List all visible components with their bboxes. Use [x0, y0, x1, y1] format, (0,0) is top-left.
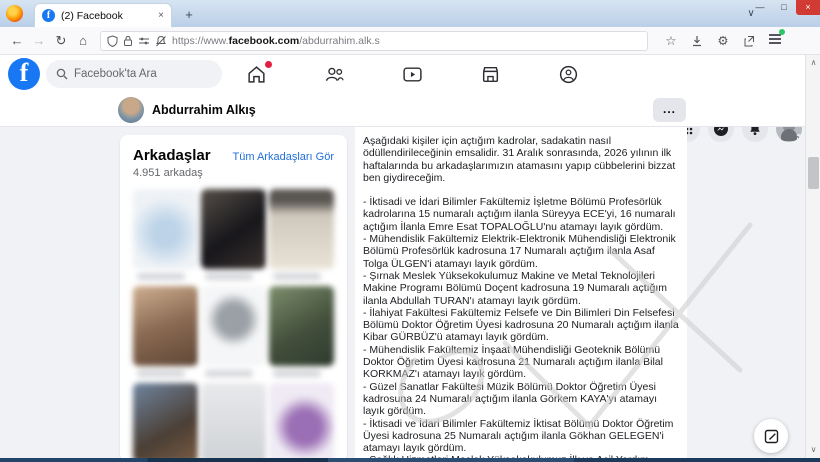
search-placeholder: Facebook'ta Ara [74, 68, 157, 80]
friend-photo[interactable] [133, 383, 198, 462]
tab-watch[interactable] [394, 64, 430, 85]
url-text: https://www.facebook.com/abdurrahim.alk.… [172, 35, 380, 47]
home-tab-icon [246, 64, 267, 85]
new-tab-button[interactable]: + [180, 6, 198, 24]
account-chevron-down-icon: ∨ [794, 134, 802, 142]
tab-close-icon[interactable]: × [158, 10, 164, 21]
post-paragraph: - Şırnak Meslek Yüksekokulumuz Makine ve… [363, 270, 681, 307]
tab-marketplace[interactable] [472, 64, 508, 85]
lock-icon[interactable] [123, 35, 133, 47]
post-body: Aşağıdaki kişiler için açtığım kadrolar,… [355, 127, 687, 462]
back-icon[interactable]: ← [6, 33, 28, 48]
window-minimize-button[interactable]: — [748, 0, 772, 15]
bookmark-star-icon[interactable]: ☆ [658, 33, 684, 48]
reload-icon[interactable]: ↻ [50, 33, 72, 49]
post-paragraph: - Mühendislik Fakültemiz Elektrik-Elektr… [363, 233, 681, 270]
marketplace-tab-icon [480, 64, 501, 85]
address-bar[interactable]: https://www.facebook.com/abdurrahim.alk.… [100, 31, 648, 51]
search-input[interactable]: Facebook'ta Ara [46, 60, 222, 88]
post-paragraph: - Güzel Sanatlar Fakültesi Müzik Bölümü … [363, 381, 681, 418]
send-to-device-icon[interactable] [736, 35, 762, 47]
scroll-up-icon[interactable]: ∧ [806, 57, 820, 69]
tab-groups[interactable] [550, 64, 586, 85]
tab-title: (2) Facebook [61, 10, 152, 22]
settings-gear-icon[interactable]: ⚙ [710, 33, 736, 48]
download-icon[interactable] [684, 35, 710, 47]
profile-avatar[interactable] [118, 97, 144, 123]
facebook-nav-tabs [238, 64, 586, 85]
friend-photo[interactable] [201, 383, 266, 462]
friend-photo[interactable] [133, 189, 198, 269]
search-icon [56, 68, 68, 80]
compose-pencil-icon [764, 429, 779, 444]
window-close-button[interactable]: × [796, 0, 820, 15]
profile-name: Abdurrahim Alkış [152, 103, 256, 117]
facebook-favicon-icon: f [42, 9, 55, 22]
scrollbar-thumb[interactable] [808, 157, 819, 189]
friends-title: Arkadaşlar [133, 147, 211, 164]
screen: f (2) Facebook × + ∨ — □ × ← → ↻ ⌂ https… [0, 0, 820, 462]
friends-card: Arkadaşlar Tüm Arkadaşları Gör 4.951 ark… [120, 135, 347, 462]
facebook-logo-icon[interactable]: f [8, 58, 40, 90]
post-paragraph: - İktisadi ve İdari Bilimler Fakültemiz … [363, 418, 681, 455]
see-all-friends-link[interactable]: Tüm Arkadaşları Gör [233, 151, 334, 163]
permissions-sliders-icon[interactable] [138, 36, 150, 46]
tab-friends[interactable] [316, 64, 352, 85]
menu-hamburger-icon[interactable] [762, 32, 788, 49]
taskbar-edge [0, 458, 820, 462]
forward-icon[interactable]: → [28, 33, 50, 48]
friend-photo[interactable] [201, 286, 266, 366]
post-paragraph: - İlahiyat Fakültesi Fakültemiz Felsefe … [363, 307, 681, 344]
groups-tab-icon [558, 64, 579, 85]
friend-photo[interactable] [269, 286, 334, 366]
friend-photo[interactable] [269, 189, 334, 269]
scroll-down-icon[interactable]: ∨ [806, 444, 820, 456]
menu-update-dot [779, 29, 785, 35]
post-paragraph: - Mühendislik Fakültemiz İnşaat Mühendis… [363, 344, 681, 381]
friends-count: 4.951 arkadaş [133, 167, 334, 179]
home-icon[interactable]: ⌂ [72, 33, 94, 48]
facebook-header: f Facebook'ta Ara [0, 55, 820, 93]
shield-icon[interactable] [107, 35, 118, 47]
friends-grid [133, 189, 334, 462]
post-paragraph: - İktisadi ve İdari Bilimler Fakültemiz … [363, 196, 681, 233]
post-paragraph: Aşağıdaki kişiler için açtığım kadrolar,… [363, 135, 681, 184]
friend-photo[interactable] [201, 189, 266, 269]
watch-tab-icon [402, 64, 423, 85]
blocked-notifications-icon[interactable] [155, 35, 167, 47]
browser-tab[interactable]: f (2) Facebook × [34, 3, 172, 27]
friend-photo[interactable] [269, 383, 334, 462]
page-scrollbar[interactable]: ∧ ∨ [805, 55, 820, 458]
more-options-button[interactable]: ... [653, 98, 686, 122]
friend-photo[interactable] [133, 286, 198, 366]
tab-home[interactable] [238, 64, 274, 85]
browser-titlebar: f (2) Facebook × + ∨ — □ × [0, 0, 820, 27]
compose-post-button[interactable] [754, 419, 788, 453]
firefox-icon[interactable] [6, 5, 23, 22]
profile-header: Abdurrahim Alkış ... [0, 93, 820, 127]
window-maximize-button[interactable]: □ [772, 0, 796, 15]
home-notification-dot [265, 61, 272, 68]
friends-tab-icon [324, 64, 345, 85]
browser-toolbar: ← → ↻ ⌂ https://www.facebook.com/abdurra… [0, 27, 820, 55]
